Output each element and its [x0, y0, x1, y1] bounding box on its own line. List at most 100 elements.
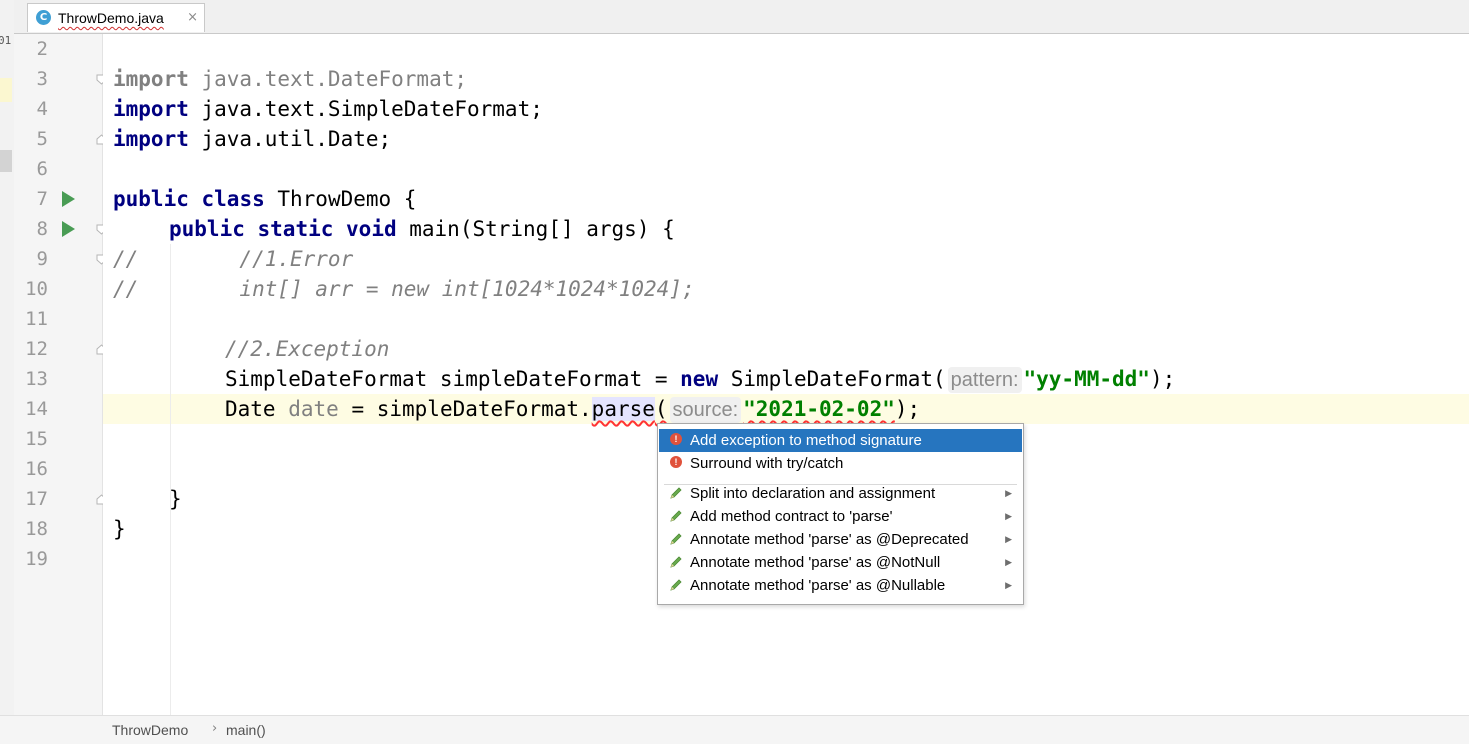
void-keyword: void	[346, 217, 397, 241]
submenu-arrow-icon: ▶	[1005, 534, 1012, 544]
error-bulb-icon: !	[670, 433, 682, 445]
line-number: 6	[36, 158, 48, 180]
line-number: 13	[25, 368, 48, 390]
edge-scroll-marker	[0, 150, 12, 172]
error-method-call[interactable]: parse	[591, 397, 655, 421]
code-line-9: // //1.Error	[113, 247, 354, 271]
intention-pencil-icon	[670, 533, 682, 545]
code-fragment: );	[1149, 367, 1176, 391]
editor-gutter[interactable]: 2 3 4 5 6 7 8 9 10 11 12 13 14 15 16 17 …	[14, 34, 107, 715]
public-keyword: public	[169, 217, 245, 241]
class-declaration: ThrowDemo {	[264, 187, 417, 211]
breadcrumb: ThrowDemo › main()	[0, 715, 1469, 744]
import-path: java.text.SimpleDateFormat;	[188, 97, 543, 121]
line-number: 16	[25, 458, 48, 480]
code-fragment: SimpleDateFormat(	[718, 367, 946, 391]
code-line-12: //2.Exception	[225, 337, 390, 361]
menu-item-label: Add method contract to 'parse'	[690, 508, 893, 525]
intention-pencil-icon	[670, 487, 682, 499]
code-line-5: import java.util.Date;	[113, 124, 391, 154]
line-number: 4	[36, 98, 48, 120]
indent-guide	[170, 244, 171, 715]
line-number: 19	[25, 548, 48, 570]
code-line-3: import java.text.DateFormat;	[113, 64, 467, 94]
import-keyword: import	[113, 97, 189, 121]
line-number: 18	[25, 518, 48, 540]
unused-variable: date	[288, 397, 339, 421]
parameter-hint: pattern:	[947, 367, 1022, 393]
line-number: 17	[25, 488, 48, 510]
code-line-17: }	[169, 487, 182, 511]
line-number: 10	[25, 278, 48, 300]
parameter-hint: source:	[669, 397, 742, 423]
submenu-arrow-icon: ▶	[1005, 488, 1012, 498]
line-number: 9	[36, 248, 48, 270]
import-path: java.util.Date;	[188, 127, 392, 151]
line-number: 5	[36, 128, 48, 150]
edge-highlight	[0, 78, 12, 102]
import-keyword: import	[113, 127, 189, 151]
class-keyword: class	[201, 187, 265, 211]
add-method-contract-item[interactable]: Add method contract to 'parse' ▶	[659, 505, 1022, 528]
menu-item-label: Annotate method 'parse' as @Nullable	[690, 577, 946, 594]
import-keyword: import	[113, 67, 189, 91]
annotate-notnull-item[interactable]: Annotate method 'parse' as @NotNull ▶	[659, 551, 1022, 574]
split-declaration-item[interactable]: Split into declaration and assignment ▶	[659, 482, 1022, 505]
code-fragment: );	[894, 397, 921, 421]
code-line-13: SimpleDateFormat simpleDateFormat = new …	[225, 364, 1175, 394]
static-keyword: static	[257, 217, 334, 241]
breadcrumb-class[interactable]: ThrowDemo	[112, 722, 188, 738]
line-number: 7	[36, 188, 48, 210]
code-fragment: = simpleDateFormat.	[338, 397, 592, 421]
submenu-arrow-icon: ▶	[1005, 557, 1012, 567]
line-number: 14	[25, 398, 48, 420]
tab-label: ThrowDemo.java	[58, 10, 164, 26]
code-line-14: Date date = simpleDateFormat.parse(sourc…	[225, 394, 920, 424]
close-tab-icon[interactable]: ×	[187, 10, 198, 25]
annotate-deprecated-item[interactable]: Annotate method 'parse' as @Deprecated ▶	[659, 528, 1022, 551]
breadcrumb-method[interactable]: main()	[226, 722, 266, 738]
line-number: 8	[36, 218, 48, 240]
error-bulb-icon: !	[670, 456, 682, 468]
string-literal: "2021-02-02"	[743, 397, 895, 421]
code-line-7: public class ThrowDemo {	[113, 184, 416, 214]
menu-item-label: Annotate method 'parse' as @NotNull	[690, 554, 941, 571]
line-number: 3	[36, 68, 48, 90]
java-class-icon: C	[36, 10, 51, 25]
intention-pencil-icon	[670, 579, 682, 591]
new-keyword: new	[680, 367, 719, 391]
code-fragment: SimpleDateFormat simpleDateFormat =	[225, 367, 681, 391]
menu-item-label: Split into declaration and assignment	[690, 485, 936, 502]
run-main-icon[interactable]	[62, 221, 75, 237]
add-exception-to-signature-item[interactable]: ! Add exception to method signature	[659, 429, 1022, 452]
intention-actions-popup: ! Add exception to method signature ! Su…	[657, 423, 1024, 605]
annotate-nullable-item[interactable]: Annotate method 'parse' as @Nullable ▶	[659, 574, 1022, 597]
line-number: 15	[25, 428, 48, 450]
code-line-8: public static void main(String[] args) {	[169, 214, 675, 244]
intention-pencil-icon	[670, 510, 682, 522]
submenu-arrow-icon: ▶	[1005, 580, 1012, 590]
menu-item-label: Annotate method 'parse' as @Deprecated	[690, 531, 969, 548]
code-line-4: import java.text.SimpleDateFormat;	[113, 94, 543, 124]
edge-text: 01	[0, 34, 12, 47]
line-number: 2	[36, 38, 48, 60]
line-number: 12	[25, 338, 48, 360]
code-fragment: (	[654, 397, 668, 421]
run-class-icon[interactable]	[62, 191, 75, 207]
public-keyword: public	[113, 187, 189, 211]
tab-throwdemo-java[interactable]: C ThrowDemo.java ×	[27, 3, 205, 32]
editor-tab-bar: C ThrowDemo.java ×	[14, 0, 1469, 34]
menu-item-label: Surround with try/catch	[690, 455, 844, 472]
code-line-18: }	[113, 517, 126, 541]
code-line-10: // int[] arr = new int[1024*1024*1024];	[113, 277, 695, 301]
breadcrumb-separator-icon: ›	[212, 721, 218, 736]
submenu-arrow-icon: ▶	[1005, 511, 1012, 521]
string-literal: "yy-MM-dd"	[1023, 367, 1150, 391]
surround-with-try-catch-item[interactable]: ! Surround with try/catch	[659, 452, 1022, 475]
menu-item-label: Add exception to method signature	[690, 432, 922, 449]
import-path: java.text.DateFormat;	[188, 67, 468, 91]
method-declaration: main(String[] args) {	[396, 217, 675, 241]
code-fragment: Date	[225, 397, 289, 421]
intention-pencil-icon	[670, 556, 682, 568]
code-editor[interactable]: import java.text.DateFormat; import java…	[103, 34, 1469, 715]
